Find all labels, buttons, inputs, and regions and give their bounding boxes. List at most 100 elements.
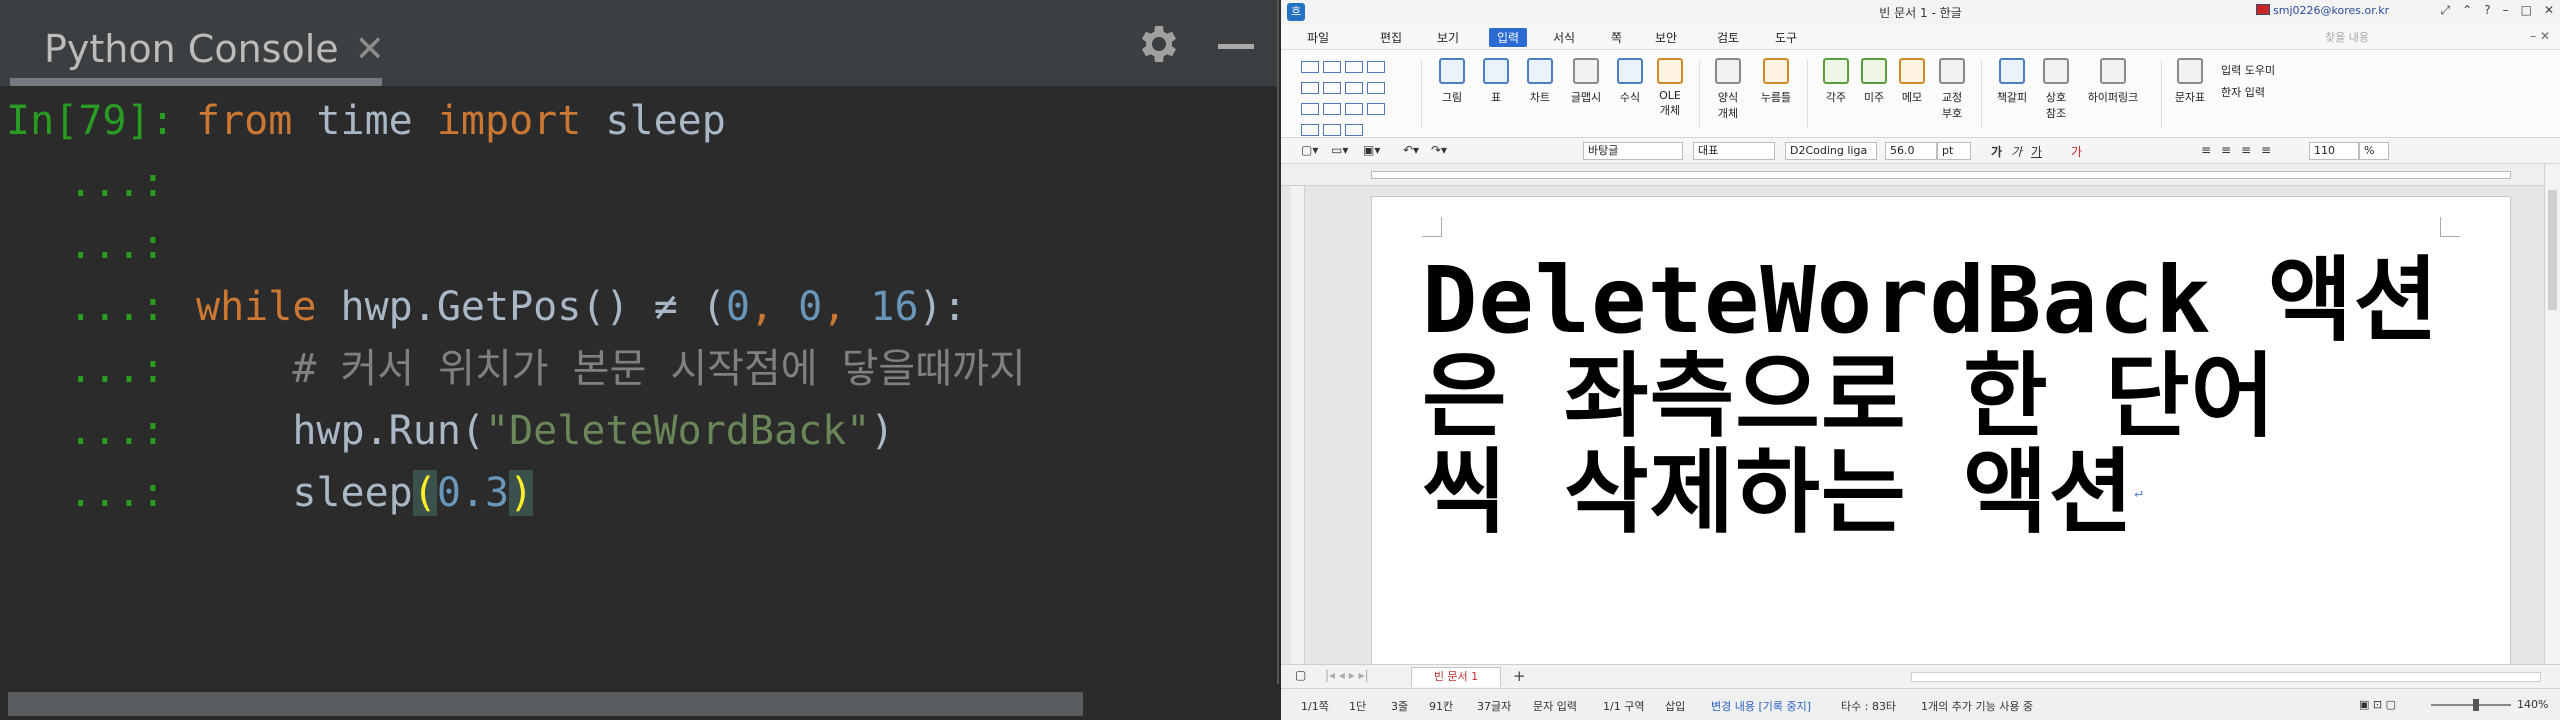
document-body[interactable]: DeleteWordBack 액션 은 좌측으로 한 단어 씩 삭제하는 액션↵: [1422, 253, 2462, 541]
maximize-window-icon[interactable]: □: [2521, 3, 2532, 18]
status-track-changes[interactable]: 변경 내용 [기록 중지]: [1711, 698, 1811, 714]
font-color-icon[interactable]: 가: [2071, 143, 2082, 160]
minimize-icon[interactable]: [1216, 20, 1256, 68]
gear-icon[interactable]: [1133, 20, 1181, 68]
view-mode-icon[interactable]: ▣ ⊡ ▢: [2359, 698, 2396, 711]
scrollbar-thumb[interactable]: [2548, 190, 2557, 310]
menu-collapse-icon[interactable]: – ✕: [2530, 29, 2550, 43]
language-select[interactable]: 대표: [1693, 142, 1775, 160]
ole-icon: [1657, 58, 1683, 84]
menu-search-input[interactable]: 찾을 내용: [2325, 29, 2465, 45]
code-comment: # 커서 위치가 본문 시작점에 닿을때까지: [196, 346, 1026, 392]
status-column: 1단: [1349, 700, 1367, 713]
click-here-button[interactable]: 누름틀: [1753, 58, 1799, 105]
ribbon-toggle-icon[interactable]: ⌃: [2462, 3, 2472, 18]
input-helper-button[interactable]: 입력 도우미: [2221, 62, 2275, 78]
scrollbar-thumb[interactable]: [8, 692, 1083, 716]
align-center-icon[interactable]: ≡: [2241, 143, 2251, 157]
symbol-button[interactable]: 문자표: [2167, 58, 2213, 105]
form-object-button[interactable]: 양식 개체: [1705, 58, 1751, 121]
user-account[interactable]: smj0226@kores.or.kr: [2256, 4, 2389, 17]
ribbon-divider: [1807, 60, 1808, 128]
console-line-5: ...: # 커서 위치가 본문 시작점에 닿을때까지: [6, 338, 1266, 400]
line-spacing-input[interactable]: 110: [2309, 142, 2359, 160]
hyperlink-button[interactable]: 하이퍼링크: [2081, 58, 2145, 105]
tab-document-1[interactable]: 빈 문서 1: [1411, 667, 1501, 687]
table-button[interactable]: 표: [1473, 58, 1519, 105]
font-select[interactable]: D2Coding liga: [1785, 142, 1877, 160]
status-zoom[interactable]: 140%: [2517, 698, 2548, 711]
menu-edit[interactable]: 편집: [1380, 29, 1402, 46]
help-icon[interactable]: ?: [2484, 3, 2490, 18]
fullscreen-icon[interactable]: ⤢: [2441, 3, 2451, 18]
status-page[interactable]: 1/1쪽: [1301, 698, 1329, 714]
vertical-ruler[interactable]: [1291, 186, 1305, 664]
hwp-window: 흐 빈 문서 1 - 한글 smj0226@kores.or.kr ⤢ ⌃ ? …: [1281, 0, 2560, 720]
minimize-window-icon[interactable]: –: [2503, 3, 2509, 18]
horizontal-scrollbar[interactable]: [0, 684, 1279, 720]
document-tab-bar: ▢ |◂ ◂ ▸ ▸| 빈 문서 1 +: [1281, 664, 2560, 688]
vertical-scrollbar[interactable]: [2544, 164, 2560, 664]
close-icon[interactable]: ✕: [355, 29, 385, 70]
tab-nav-icon[interactable]: |◂ ◂ ▸ ▸|: [1325, 668, 1369, 682]
form-icon: [1715, 58, 1741, 84]
tab-list-icon[interactable]: ▢: [1295, 668, 1306, 682]
horizontal-ruler[interactable]: [1281, 164, 2560, 186]
status-insert[interactable]: 삽입: [1665, 698, 1685, 714]
menu-security[interactable]: 보안: [1655, 29, 1677, 46]
open-icon[interactable]: ▭▾: [1331, 143, 1348, 157]
align-justify-icon[interactable]: ≡: [2201, 143, 2211, 157]
textart-button[interactable]: 글맵시: [1563, 58, 1609, 105]
align-right-icon[interactable]: ≡: [2261, 143, 2271, 157]
menu-review[interactable]: 검토: [1717, 29, 1739, 46]
shape-gallery[interactable]: [1301, 58, 1409, 136]
picture-button[interactable]: 그림: [1429, 58, 1475, 105]
redo-icon[interactable]: ↷▾: [1431, 143, 1447, 157]
ole-button[interactable]: OLE 개체: [1647, 58, 1693, 118]
hanja-input-button[interactable]: 한자 입력: [2221, 84, 2265, 100]
zoom-slider[interactable]: [2431, 699, 2511, 711]
menu-tools[interactable]: 도구: [1775, 29, 1797, 46]
menu-format[interactable]: 서식: [1553, 29, 1575, 46]
tab-python-console-label: Python Console: [44, 27, 339, 71]
menu-insert[interactable]: 입력: [1489, 28, 1528, 47]
number-literal: 0: [725, 284, 750, 330]
matched-paren: (: [412, 470, 437, 516]
ribbon-divider: [1421, 60, 1422, 128]
tab-python-console[interactable]: Python Console ✕: [10, 12, 385, 86]
font-unit-select[interactable]: pt: [1937, 142, 1971, 160]
status-bar: 1/1쪽 1단 3줄 91칸 37글자 문자 입력 1/1 구역 삽입 변경 내…: [1281, 688, 2560, 720]
menu-file[interactable]: 파일: [1307, 29, 1329, 46]
font-size-input[interactable]: 56.0: [1885, 142, 1937, 160]
document-page[interactable]: DeleteWordBack 액션 은 좌측으로 한 단어 씩 삭제하는 액션↵: [1371, 196, 2511, 666]
menu-view[interactable]: 보기: [1437, 29, 1459, 46]
menu-bar: 파일 편집 보기 입력 서식 쪽 보안 검토 도구 찾을 내용 – ✕: [1281, 24, 2560, 50]
close-window-icon[interactable]: ✕: [2544, 3, 2554, 18]
code-text: ):: [918, 284, 967, 330]
bookmark-label: 책갈피: [1996, 91, 2028, 104]
console-code-area[interactable]: In[79]: from time import sleep ...: ...: …: [6, 90, 1266, 524]
ole-label-2: 개체: [1659, 104, 1681, 117]
equation-icon: [1617, 58, 1643, 84]
ole-label: OLE: [1659, 89, 1681, 102]
hyperlink-label: 하이퍼링크: [2087, 91, 2139, 104]
bookmark-button[interactable]: 책갈피: [1989, 58, 2035, 105]
active-tab-indicator: [10, 78, 382, 86]
new-document-icon[interactable]: ▢▾: [1301, 143, 1318, 157]
horizontal-scrollbar[interactable]: [1911, 672, 2541, 682]
line-spacing-unit[interactable]: %: [2359, 142, 2389, 160]
cross-reference-button[interactable]: 상호 참조: [2033, 58, 2079, 121]
status-addons[interactable]: 1개의 추가 기능 사용 중: [1921, 698, 2033, 714]
save-icon[interactable]: ▣▾: [1363, 143, 1380, 157]
proofmark-button[interactable]: 교정 부호: [1929, 58, 1975, 121]
bold-icon[interactable]: 가: [1991, 143, 2002, 160]
underline-icon[interactable]: 가: [2031, 143, 2042, 160]
style-select[interactable]: 바탕글: [1583, 142, 1683, 160]
add-tab-button[interactable]: +: [1513, 667, 1526, 685]
undo-icon[interactable]: ↶▾: [1403, 143, 1419, 157]
align-left-icon[interactable]: ≡: [2221, 143, 2231, 157]
chart-button[interactable]: 차트: [1517, 58, 1563, 105]
console-line-7: ...: sleep(0.3): [6, 462, 1266, 524]
menu-page[interactable]: 쪽: [1611, 29, 1622, 46]
italic-icon[interactable]: 가: [2011, 143, 2022, 160]
